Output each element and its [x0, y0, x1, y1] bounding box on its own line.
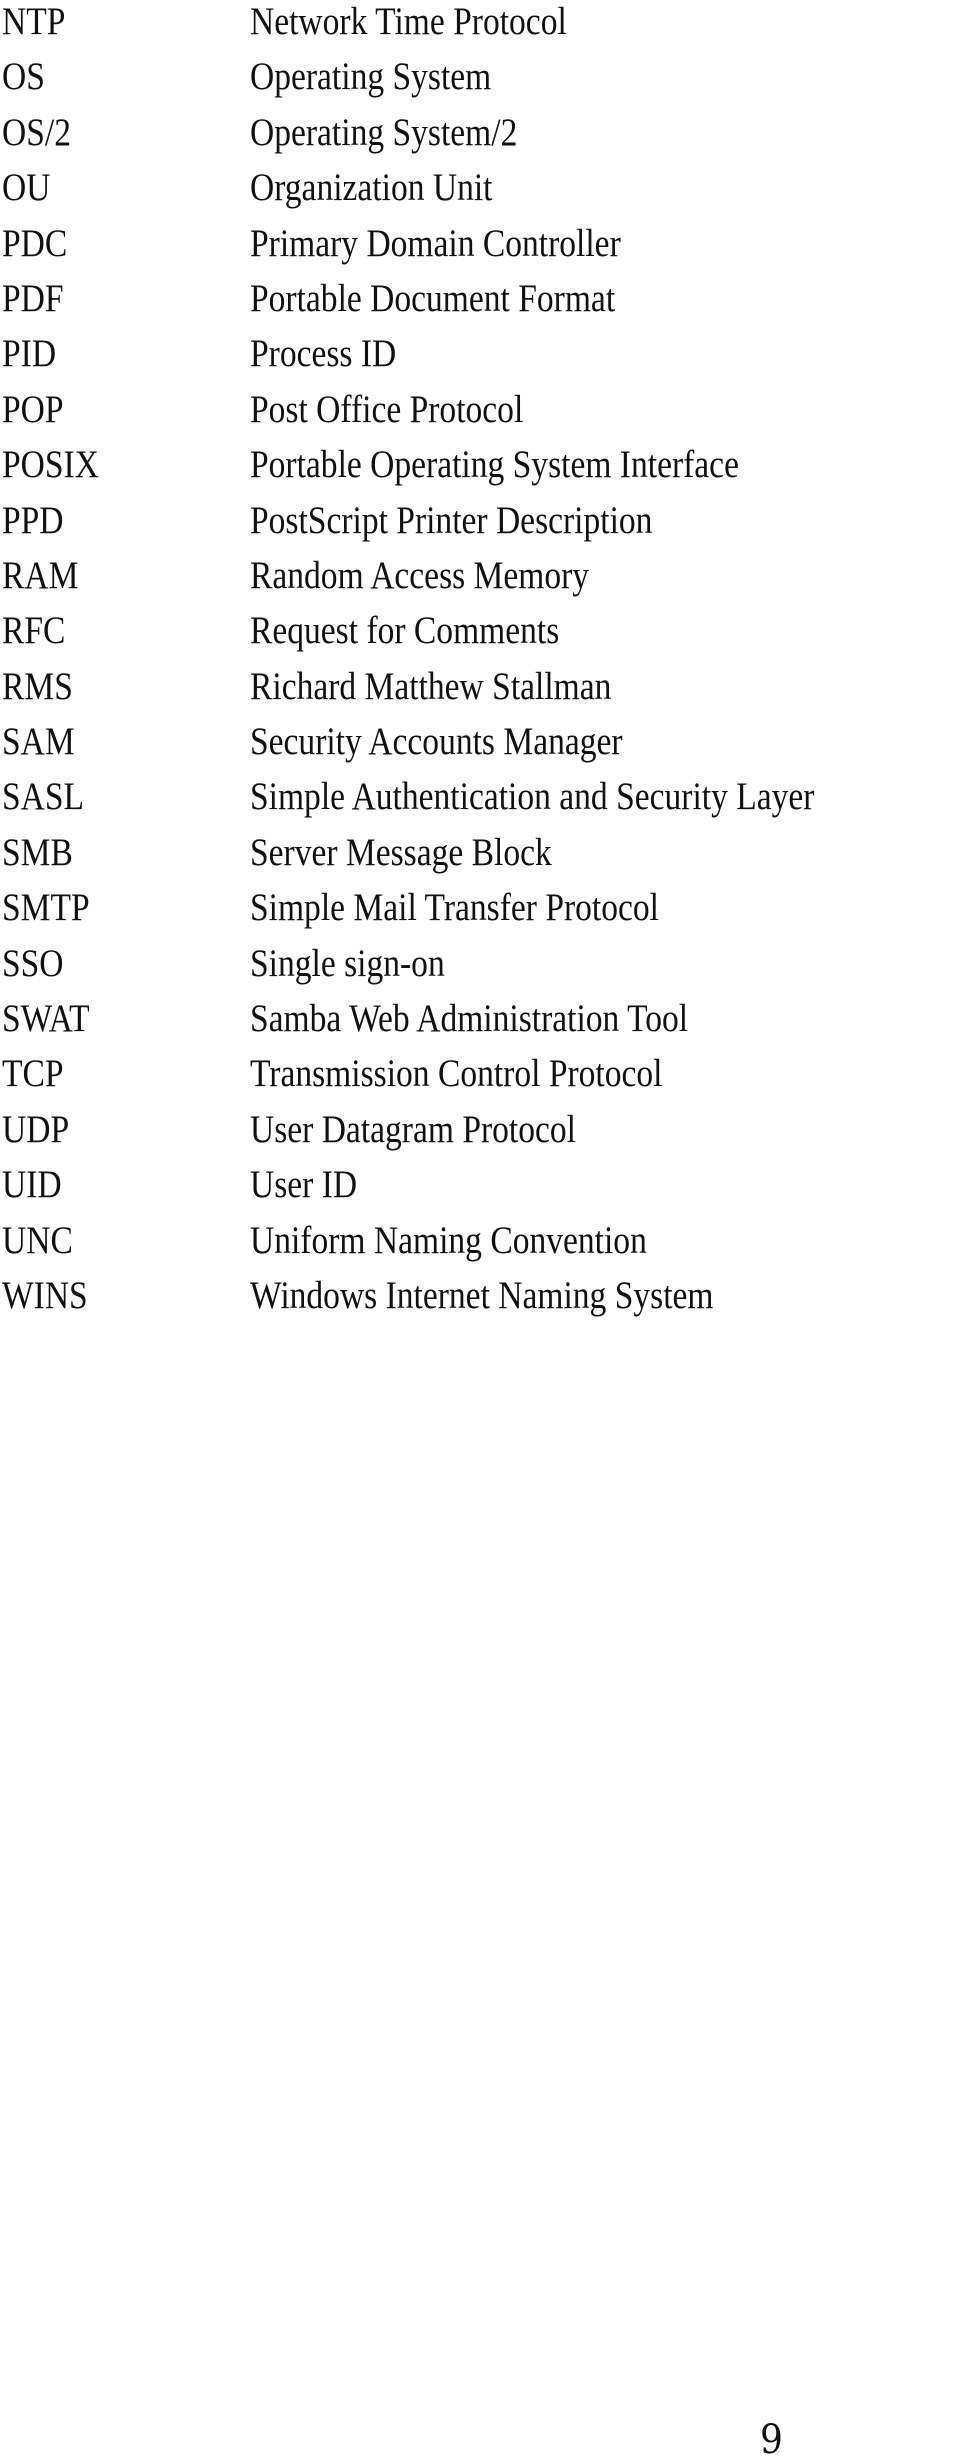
abbreviation: RAM	[2, 553, 79, 597]
glossary-entry: OS Operating System	[2, 55, 960, 110]
expansion: Primary Domain Controller	[250, 221, 621, 265]
glossary-entry: UID User ID	[2, 1163, 960, 1218]
expansion: Single sign-on	[250, 941, 445, 985]
expansion: PostScript Printer Description	[250, 498, 653, 542]
abbreviation: SSO	[2, 941, 64, 985]
abbreviation: SMB	[2, 830, 73, 874]
expansion: Samba Web Administration Tool	[250, 997, 689, 1041]
abbreviation: SMTP	[2, 886, 90, 930]
abbreviation: RMS	[2, 664, 73, 708]
glossary-entry: NTP Network Time Protocol	[2, 0, 960, 55]
glossary-entry: PDF Portable Document Format	[2, 277, 960, 332]
glossary-entry: UDP User Datagram Protocol	[2, 1108, 960, 1163]
abbreviation: PPD	[2, 498, 64, 542]
expansion: Organization Unit	[250, 166, 493, 210]
glossary-entry: RFC Request for Comments	[2, 609, 960, 664]
glossary-entry: RMS Richard Matthew Stallman	[2, 665, 960, 720]
abbreviation: SWAT	[2, 997, 90, 1041]
expansion: Random Access Memory	[250, 553, 590, 597]
expansion: Network Time Protocol	[250, 0, 567, 43]
glossary-entry: SMTP Simple Mail Transfer Protocol	[2, 886, 960, 941]
expansion: Richard Matthew Stallman	[250, 664, 612, 708]
glossary-entry: PDC Primary Domain Controller	[2, 222, 960, 277]
expansion: User Datagram Protocol	[250, 1107, 576, 1151]
abbreviation: SAM	[2, 720, 75, 764]
glossary-list: NTP Network Time Protocol OS Operating S…	[2, 0, 960, 1329]
glossary-entry: OU Organization Unit	[2, 166, 960, 221]
abbreviation: SASL	[2, 775, 85, 819]
abbreviation: WINS	[2, 1273, 88, 1317]
expansion: User ID	[250, 1163, 358, 1207]
glossary-entry: SWAT Samba Web Administration Tool	[2, 997, 960, 1052]
glossary-entry: UNC Uniform Naming Convention	[2, 1219, 960, 1274]
abbreviation: PDC	[2, 221, 68, 265]
abbreviation: PDF	[2, 276, 64, 320]
glossary-entry: SMB Server Message Block	[2, 831, 960, 886]
glossary-entry: TCP Transmission Control Protocol	[2, 1052, 960, 1107]
expansion: Uniform Naming Convention	[250, 1218, 647, 1262]
glossary-entry: PID Process ID	[2, 332, 960, 387]
glossary-entry: SASL Simple Authentication and Security …	[2, 775, 960, 830]
abbreviation: NTP	[2, 0, 66, 43]
expansion: Windows Internet Naming System	[250, 1273, 714, 1317]
abbreviation: OU	[2, 166, 51, 210]
abbreviation: UNC	[2, 1218, 73, 1262]
expansion: Portable Document Format	[250, 276, 616, 320]
expansion: Transmission Control Protocol	[250, 1052, 663, 1096]
abbreviation: TCP	[2, 1052, 64, 1096]
expansion: Operating System	[250, 55, 492, 99]
abbreviation: POP	[2, 387, 64, 431]
expansion: Post Office Protocol	[250, 387, 524, 431]
expansion: Simple Mail Transfer Protocol	[250, 886, 660, 930]
abbreviation: PID	[2, 332, 57, 376]
abbreviation: RFC	[2, 609, 66, 653]
expansion: Server Message Block	[250, 830, 552, 874]
expansion: Security Accounts Manager	[250, 720, 623, 764]
abbreviation: UDP	[2, 1107, 70, 1151]
glossary-entry: SAM Security Accounts Manager	[2, 720, 960, 775]
page-number: 9	[760, 2417, 783, 2463]
glossary-entry: WINS Windows Internet Naming System	[2, 1274, 960, 1329]
glossary-entry: PPD PostScript Printer Description	[2, 499, 960, 554]
abbreviation: OS/2	[2, 110, 71, 154]
glossary-entry: POSIX Portable Operating System Interfac…	[2, 443, 960, 498]
glossary-entry: SSO Single sign-on	[2, 942, 960, 997]
expansion: Request for Comments	[250, 609, 560, 653]
glossary-entry: POP Post Office Protocol	[2, 388, 960, 443]
expansion: Process ID	[250, 332, 397, 376]
expansion: Operating System/2	[250, 110, 518, 154]
abbreviation: OS	[2, 55, 45, 99]
expansion: Simple Authentication and Security Layer	[250, 775, 815, 819]
glossary-entry: RAM Random Access Memory	[2, 554, 960, 609]
glossary-entry: OS/2 Operating System/2	[2, 111, 960, 166]
expansion: Portable Operating System Interface	[250, 443, 739, 487]
abbreviation: UID	[2, 1163, 62, 1207]
abbreviation: POSIX	[2, 443, 99, 487]
